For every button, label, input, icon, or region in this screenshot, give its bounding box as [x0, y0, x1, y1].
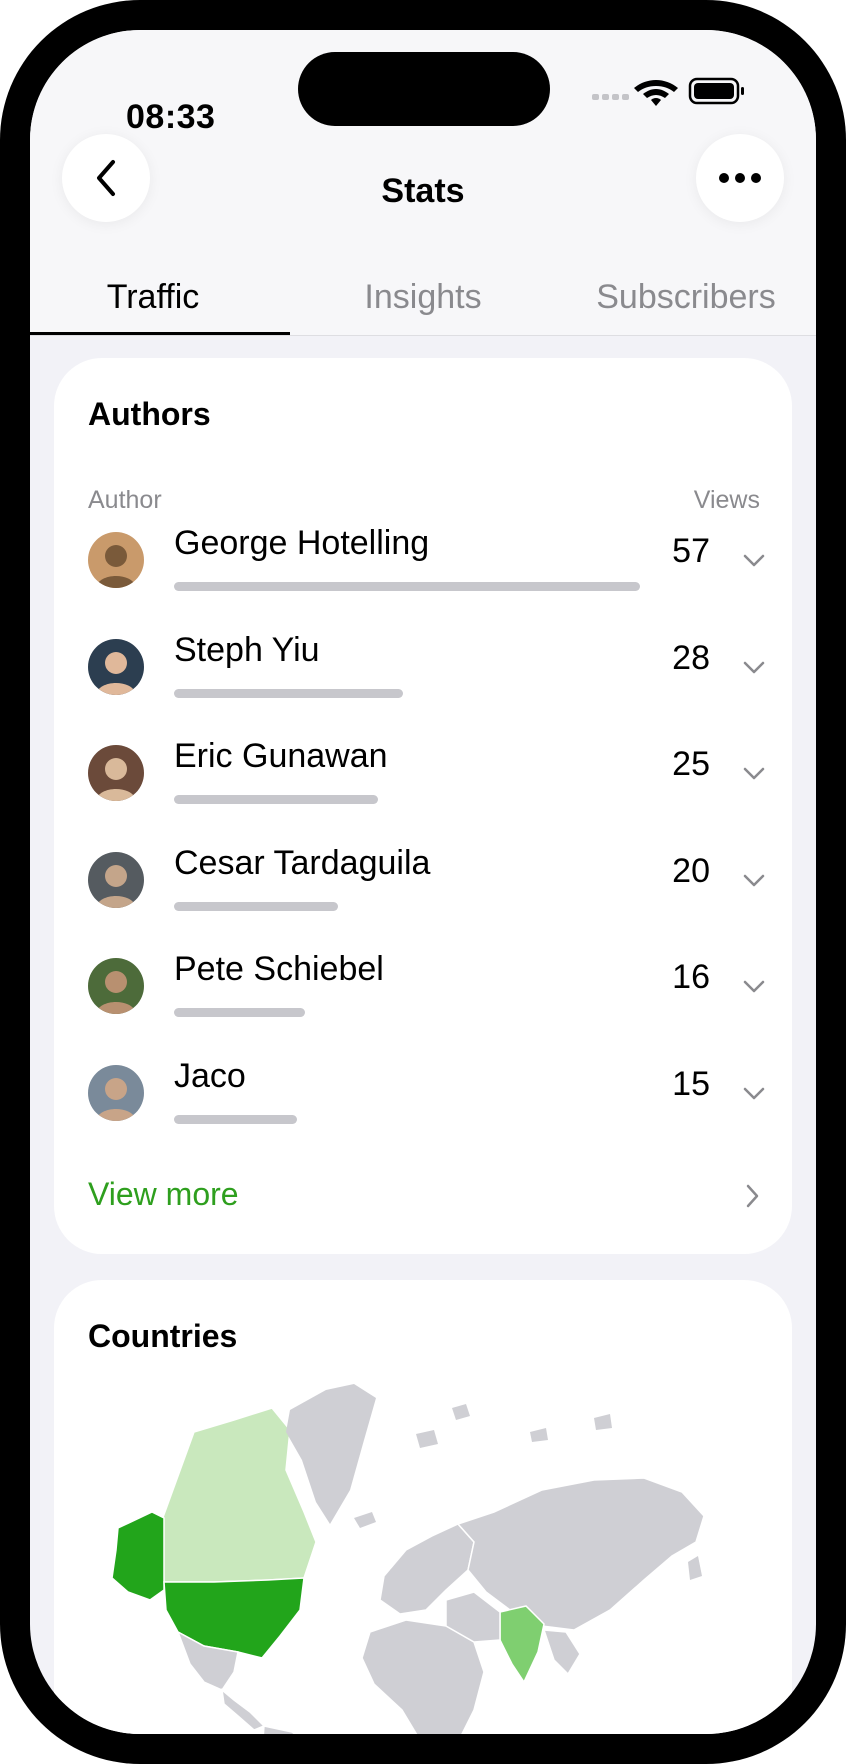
chevron-right-icon[interactable]: [742, 1182, 762, 1210]
screen: 08:33 Stats Traffic Insights Subscribers…: [30, 30, 816, 1734]
author-name: Jaco: [174, 1056, 246, 1095]
author-row[interactable]: Steph Yiu 28: [54, 631, 792, 745]
author-row[interactable]: Pete Schiebel 16: [54, 950, 792, 1064]
author-name: George Hotelling: [174, 524, 430, 562]
views-column-header: Views: [693, 486, 760, 514]
tab-divider: [30, 335, 816, 336]
author-name: Eric Gunawan: [174, 737, 388, 775]
dynamic-island: [298, 52, 550, 126]
cellular-signal-icon: [592, 94, 629, 100]
authors-card: Authors Author Views George Hotelling 57 S…: [54, 358, 792, 1254]
author-row[interactable]: Jaco 15: [54, 1057, 792, 1171]
avatar: [88, 532, 144, 588]
author-views: 16: [672, 958, 710, 996]
tab-traffic[interactable]: Traffic: [30, 278, 276, 317]
author-name: Steph Yiu: [174, 630, 320, 669]
avatar: [88, 638, 144, 695]
status-time: 08:33: [126, 98, 216, 136]
author-row[interactable]: Eric Gunawan 25: [54, 737, 792, 851]
chevron-down-icon[interactable]: [740, 546, 768, 574]
views-bar: [174, 1008, 305, 1017]
map-region-india: [499, 1605, 545, 1684]
more-button[interactable]: [696, 134, 784, 222]
author-views: 20: [672, 851, 710, 890]
countries-card: Countries: [54, 1280, 792, 1734]
avatar: [88, 745, 144, 801]
views-bar: [174, 688, 403, 698]
author-row[interactable]: Cesar Tardaguila 20: [54, 844, 792, 958]
chevron-down-icon[interactable]: [740, 759, 768, 787]
author-column-header: Author: [88, 486, 162, 514]
view-more-link[interactable]: View more: [88, 1176, 239, 1213]
battery-icon: [688, 77, 744, 105]
chevron-down-icon[interactable]: [740, 1079, 768, 1107]
author-views: 25: [672, 745, 710, 783]
author-row[interactable]: George Hotelling 57: [54, 524, 792, 638]
wifi-icon: [634, 80, 678, 106]
authors-card-title: Authors: [88, 396, 211, 432]
views-bar: [174, 582, 640, 591]
tab-subscribers[interactable]: Subscribers: [556, 278, 816, 317]
author-views: 57: [672, 532, 710, 570]
status-icons: [592, 74, 782, 114]
ellipsis-icon: [719, 173, 761, 183]
author-name: Cesar Tardaguila: [174, 843, 431, 882]
author-views: 28: [672, 638, 710, 677]
map-region-alaska: [111, 1511, 165, 1601]
avatar: [88, 851, 144, 908]
author-views: 15: [672, 1064, 710, 1103]
world-map[interactable]: [54, 1280, 792, 1734]
author-name: Pete Schiebel: [174, 950, 384, 988]
tab-insights[interactable]: Insights: [290, 278, 556, 317]
chevron-down-icon[interactable]: [740, 866, 768, 894]
phone-frame: 08:33 Stats Traffic Insights Subscribers…: [0, 0, 846, 1764]
views-bar: [174, 901, 338, 911]
avatar: [88, 958, 144, 1014]
avatar: [88, 1064, 144, 1121]
views-bar: [174, 795, 378, 804]
chevron-down-icon[interactable]: [740, 972, 768, 1000]
chevron-down-icon[interactable]: [740, 653, 768, 681]
views-bar: [174, 1114, 297, 1124]
